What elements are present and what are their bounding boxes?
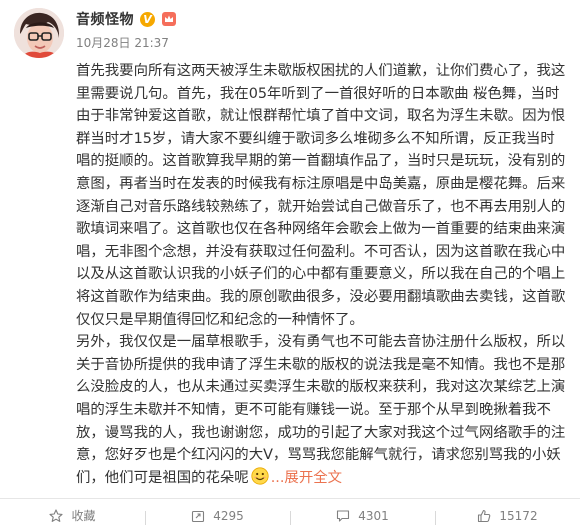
- avatar-image: [14, 8, 64, 58]
- verified-badge-icon: V: [140, 11, 155, 27]
- repost-count: 4295: [213, 508, 244, 523]
- post-body: 首先我要向所有这两天被浮生未歇版权困扰的人们道歉，让你们费心了，我这里需要说几句…: [76, 60, 568, 489]
- comment-icon: [337, 509, 350, 522]
- author-row: 音频怪物 V: [76, 8, 177, 30]
- favorite-label: 收藏: [71, 509, 96, 523]
- smile-emoji-icon: [251, 467, 269, 485]
- share-icon: [192, 510, 205, 522]
- post-paragraph: 首先我要向所有这两天被浮生未歇版权困扰的人们道歉，让你们费心了，我这里需要说几句…: [76, 63, 566, 328]
- action-bar: 收藏 4295 4301 15172: [0, 498, 580, 532]
- star-icon: [49, 508, 64, 522]
- like-icon: [478, 509, 491, 522]
- post-paragraph-text: 另外，我仅仅是一届草根歌手，没有勇气也不可能去音协注册什么版权，所以关于音协所提…: [76, 334, 566, 486]
- post-timestamp[interactable]: 10月28日 21:37: [76, 34, 169, 51]
- like-count: 15172: [499, 508, 538, 523]
- username-link[interactable]: 音频怪物: [76, 9, 134, 29]
- post-paragraph: 另外，我仅仅是一届草根歌手，没有勇气也不可能去音协注册什么版权，所以关于音协所提…: [76, 331, 568, 489]
- comment-button[interactable]: 4301: [290, 508, 435, 525]
- repost-button[interactable]: 4295: [145, 508, 290, 525]
- favorite-button[interactable]: 收藏: [0, 507, 145, 524]
- expand-full-text-link[interactable]: ...展开全文: [271, 470, 342, 486]
- like-button[interactable]: 15172: [435, 508, 580, 525]
- member-crown-icon: [162, 12, 176, 26]
- weibo-post-card: 音频怪物 V 10月28日 21:37 首先我要向所有这两天被浮生未歇版权困扰的…: [0, 0, 580, 532]
- avatar[interactable]: [14, 8, 64, 58]
- comment-count: 4301: [358, 508, 389, 523]
